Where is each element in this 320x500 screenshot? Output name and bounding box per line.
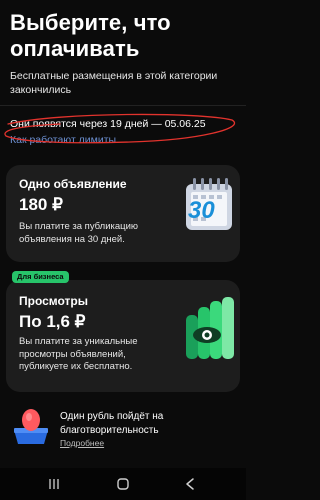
system-navbar [0, 468, 246, 500]
page-title: Выберите, что оплачивать [10, 10, 171, 61]
home-icon[interactable] [113, 476, 133, 492]
card-description: Вы платите за уникальные просмотры объяв… [19, 336, 138, 372]
page-subtitle: Бесплатные размещения в этой категории з… [10, 70, 218, 96]
views-eye-icon [186, 297, 234, 359]
divider [0, 105, 246, 106]
calendar-number: 30 [188, 197, 215, 224]
charity-more-link[interactable]: Подробнее [60, 438, 104, 448]
card-price: 180 ₽ [19, 195, 63, 214]
calendar-30-icon: 30 [186, 178, 232, 230]
card-title: Одно объявление [19, 177, 127, 191]
card-description: Вы платите за публикацию объявления на 3… [19, 221, 139, 245]
limits-help-link[interactable]: Как работают лимиты [10, 134, 116, 146]
charity-text: Один рубль пойдёт на благотворительность [60, 411, 164, 436]
card-price: По 1,6 ₽ [19, 312, 86, 331]
back-icon[interactable] [180, 476, 200, 492]
card-title: Просмотры [19, 294, 89, 308]
limit-notice: Они появятся через 19 дней — 05.06.25 [10, 118, 206, 130]
business-badge: Для бизнеса [12, 271, 69, 283]
charity-box-icon [14, 409, 48, 444]
recent-apps-icon[interactable] [44, 476, 64, 492]
payment-choice-screen: Выберите, что оплачивать Бесплатные разм… [0, 0, 246, 500]
